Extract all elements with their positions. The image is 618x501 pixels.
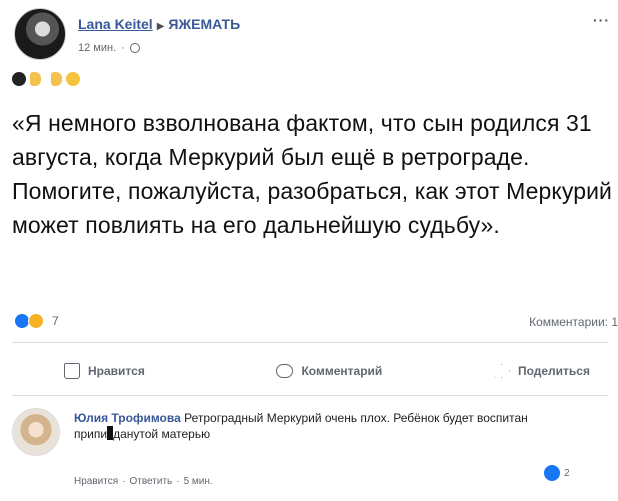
haha-reaction-icon — [28, 313, 44, 329]
comment-reactions[interactable]: 2 — [544, 465, 570, 481]
comment-like-link[interactable]: Нравится — [74, 476, 118, 487]
thumbs-up-icon — [64, 363, 80, 379]
emoji-row — [12, 72, 80, 86]
divider — [12, 342, 608, 343]
like-button[interactable]: Нравится — [12, 361, 195, 381]
hand-emoji-icon — [30, 72, 41, 86]
author-line: Lana Keitel ▶ ЯЖЕМАТЬ — [78, 16, 240, 32]
comment-reply-link[interactable]: Ответить — [129, 476, 172, 487]
reactions-count: 7 — [52, 314, 59, 328]
share-arrow-icon — [493, 364, 510, 378]
post-meta: 12 мин. · — [78, 42, 140, 54]
dark-emoji-icon — [12, 72, 26, 86]
comment-action-separator: · — [122, 476, 126, 487]
author-name-link[interactable]: Lana Keitel — [78, 16, 153, 32]
comment-bubble-icon — [276, 364, 294, 378]
more-icon[interactable]: ··· — [593, 12, 610, 28]
meta-separator: · — [121, 42, 125, 54]
comment-label: Комментарий — [301, 364, 383, 378]
post-reactions[interactable]: 7 — [14, 313, 59, 329]
like-label: Нравится — [88, 364, 145, 378]
divider — [12, 395, 608, 396]
comment-actions: Нравится · Ответить · 5 мин. — [74, 476, 213, 487]
comment-action-separator: · — [176, 476, 180, 487]
post-header: Lana Keitel ▶ ЯЖЕМАТЬ 12 мин. · ··· — [10, 6, 610, 66]
post-text: «Я немного взволнована фактом, что сын р… — [12, 110, 612, 238]
commenter-name-link[interactable]: Юлия Трофимова — [74, 411, 181, 425]
smile-emoji-icon — [66, 72, 80, 86]
share-label: Поделиться — [517, 364, 590, 378]
commenter-avatar[interactable] — [12, 408, 60, 456]
comment-body: Юлия Трофимова Ретроградный Меркурий оче… — [74, 410, 534, 442]
post-timestamp[interactable]: 12 мин. — [78, 42, 116, 54]
share-button[interactable]: Поделиться — [464, 362, 612, 380]
like-reaction-icon — [544, 465, 560, 481]
comment-timestamp[interactable]: 5 мин. — [184, 476, 213, 487]
comment-item: Юлия Трофимова Ретроградный Меркурий оче… — [12, 406, 612, 496]
comment-button[interactable]: Комментарий — [276, 362, 382, 380]
comments-count[interactable]: Комментарии: 1 — [529, 315, 618, 329]
globe-icon — [129, 43, 140, 53]
action-bar: Нравится Комментарий Поделиться — [12, 356, 612, 386]
comment-reactions-count: 2 — [564, 467, 570, 479]
group-name-link[interactable]: ЯЖЕМАТЬ — [168, 16, 240, 32]
author-avatar[interactable] — [14, 8, 66, 60]
comment-text-part2: данутой матерью — [113, 427, 211, 441]
hand-emoji-icon — [51, 72, 62, 86]
group-arrow-icon: ▶ — [156, 21, 165, 32]
